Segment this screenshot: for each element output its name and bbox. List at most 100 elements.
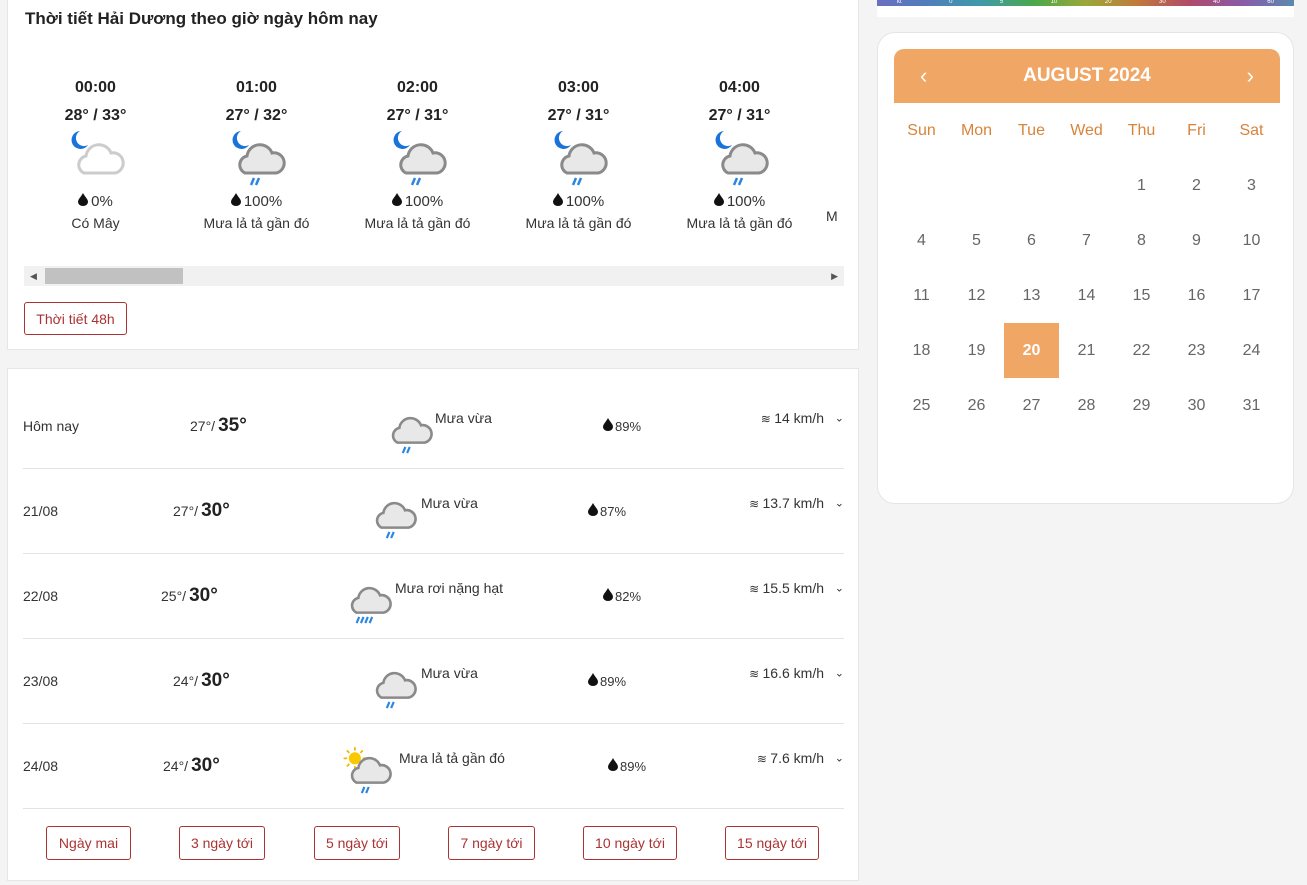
calendar-day[interactable]: 2: [1169, 158, 1224, 213]
forecast-range-button[interactable]: 7 ngày tới: [448, 826, 535, 860]
calendar-day[interactable]: 18: [894, 323, 949, 378]
scroll-left-icon[interactable]: ◀: [30, 271, 37, 282]
scrollbar-thumb[interactable]: [45, 268, 183, 284]
calendar-day[interactable]: 25: [894, 378, 949, 433]
hourly-item: 01:00 27° / 32° 100% Mưa lả tả gần đó: [176, 60, 337, 231]
calendar-day[interactable]: 26: [949, 378, 1004, 433]
scroll-right-icon[interactable]: ▶: [831, 271, 838, 282]
day-label: 21/08: [23, 503, 59, 519]
moon-cloud-rain-icon: [337, 129, 498, 189]
cloud-rain-icon: [366, 659, 418, 716]
calendar-day[interactable]: 16: [1169, 268, 1224, 323]
calendar-day[interactable]: 1: [1114, 158, 1169, 213]
calendar-day[interactable]: 15: [1114, 268, 1169, 323]
legend-label: 10: [1050, 0, 1058, 5]
hourly-item: M: [820, 60, 845, 224]
forecast-range-button[interactable]: Ngày mai: [46, 826, 131, 860]
calendar-day[interactable]: 27: [1004, 378, 1059, 433]
wind-icon: ≋: [756, 751, 771, 766]
humidity-value: 89%: [600, 674, 627, 689]
calendar-day[interactable]: 22: [1114, 323, 1169, 378]
day-description: Mưa vừa: [435, 409, 492, 426]
wind-icon: ≋: [749, 496, 763, 511]
wind-value: 13.7 km/h: [762, 494, 824, 511]
day-humidity: 89%: [588, 673, 626, 689]
humidity-value: 89%: [620, 759, 647, 774]
hourly-title: Thời tiết Hải Dương theo giờ ngày hôm na…: [25, 9, 378, 28]
forecast-range-button[interactable]: 10 ngày tới: [583, 826, 677, 860]
calendar-day[interactable]: 8: [1114, 213, 1169, 268]
forecast-range-button[interactable]: 15 ngày tới: [725, 826, 819, 860]
daily-row[interactable]: Hôm nay 27°/35° Mưa vừa 89% ≋ 14 km/h ⌄: [23, 384, 844, 469]
hour-description: Mưa lả tả gần đó: [686, 215, 793, 231]
calendar-day[interactable]: 13: [1004, 268, 1059, 323]
hourly-item: 03:00 27° / 31° 100% Mưa lả tả gần đó: [498, 60, 659, 231]
daily-row[interactable]: 24/08 24°/30° Mưa lả tả gần đó 89% ≋ 7.6 km/…: [23, 724, 844, 809]
hour-temp: 27° / 31°: [386, 107, 449, 124]
humidity-value: 89%: [615, 419, 642, 434]
calendar-day[interactable]: 28: [1059, 378, 1114, 433]
day-description: Mưa lả tả gần đó: [399, 749, 505, 766]
sun-cloud-rain-icon: [341, 744, 393, 801]
day-label: Hôm nay: [23, 418, 80, 434]
raindrop-icon: [391, 193, 402, 210]
calendar: ‹ AUGUST 2024 › Sun Mon Tue Wed Thu Fri Sat 1 2 3…: [877, 32, 1294, 504]
chevron-down-icon[interactable]: ⌄: [835, 751, 844, 764]
cloud-rain-icon: [382, 404, 434, 461]
calendar-day[interactable]: 19: [949, 323, 1004, 378]
calendar-day[interactable]: 6: [1004, 213, 1059, 268]
calendar-day[interactable]: 17: [1224, 268, 1279, 323]
weekday-label: Tue: [1018, 121, 1045, 139]
hour-description: Mưa lả tả gần đó: [525, 215, 632, 231]
calendar-day[interactable]: 14: [1059, 268, 1114, 323]
chevron-down-icon[interactable]: ⌄: [835, 666, 844, 679]
hourly-scroll-area[interactable]: 00:00 28° / 33° 0% Có Mây 01:00 27° / 32° 100%…: [23, 60, 845, 245]
calendar-day[interactable]: 24: [1224, 323, 1279, 378]
day-description: Mưa rơi nặng hạt: [395, 579, 504, 596]
hour-rain-chance: 100%: [498, 193, 659, 210]
forecast-range-button[interactable]: 3 ngày tới: [179, 826, 265, 860]
daily-forecast-card: Hôm nay 27°/35° Mưa vừa 89% ≋ 14 km/h ⌄ 21/08 2…: [7, 368, 859, 881]
weather-48h-button[interactable]: Thời tiết 48h: [24, 302, 127, 335]
temp-low: 24°/: [173, 673, 199, 689]
day-wind: ≋ 13.7 km/h: [749, 495, 824, 511]
weekday-label: Thu: [1127, 121, 1156, 139]
day-label: 22/08: [23, 588, 59, 604]
calendar-month: AUGUST 2024: [1023, 65, 1151, 86]
raindrop-icon: [608, 758, 618, 774]
next-month-icon[interactable]: ›: [1247, 63, 1254, 89]
calendar-day[interactable]: 7: [1059, 213, 1114, 268]
hour-temp: 27° / 31°: [547, 107, 610, 124]
forecast-range-button[interactable]: 5 ngày tới: [314, 826, 400, 860]
calendar-day[interactable]: 31: [1224, 378, 1279, 433]
calendar-day[interactable]: 23: [1169, 323, 1224, 378]
calendar-day-selected[interactable]: 20: [1004, 323, 1059, 378]
daily-row[interactable]: 22/08 25°/30° Mưa rơi nặng hạt 82% ≋ 15.5 km…: [23, 554, 844, 639]
chevron-down-icon[interactable]: ⌄: [835, 411, 844, 424]
calendar-day[interactable]: 21: [1059, 323, 1114, 378]
daily-row[interactable]: 21/08 27°/30° Mưa vừa 87% ≋ 13.7 km/h ⌄: [23, 469, 844, 554]
calendar-day[interactable]: 12: [949, 268, 1004, 323]
chevron-down-icon[interactable]: ⌄: [835, 496, 844, 509]
hour-rain-chance: 100%: [337, 193, 498, 210]
temp-low: 25°/: [161, 588, 187, 604]
prev-month-icon[interactable]: ‹: [920, 63, 927, 89]
day-temp: 24°/30°: [163, 755, 220, 777]
calendar-day[interactable]: 11: [894, 268, 949, 323]
temp-low: 27°/: [190, 418, 216, 434]
daily-row[interactable]: 23/08 24°/30° Mưa vừa 89% ≋ 16.6 km/h ⌄: [23, 639, 844, 724]
hourly-item: 04:00 27° / 31° 100% Mưa lả tả gần đó: [659, 60, 820, 231]
calendar-day[interactable]: 9: [1169, 213, 1224, 268]
calendar-day[interactable]: 30: [1169, 378, 1224, 433]
weekday-label: Fri: [1187, 121, 1206, 139]
horizontal-scrollbar[interactable]: ◀ ▶: [24, 266, 844, 286]
chevron-down-icon[interactable]: ⌄: [835, 581, 844, 594]
calendar-day[interactable]: 4: [894, 213, 949, 268]
hour-time: 04:00: [719, 79, 760, 96]
day-humidity: 87%: [588, 503, 626, 519]
calendar-day[interactable]: 3: [1224, 158, 1279, 213]
calendar-day[interactable]: 5: [949, 213, 1004, 268]
calendar-day[interactable]: 29: [1114, 378, 1169, 433]
calendar-day[interactable]: 10: [1224, 213, 1279, 268]
weekday-label: Sun: [907, 121, 936, 139]
